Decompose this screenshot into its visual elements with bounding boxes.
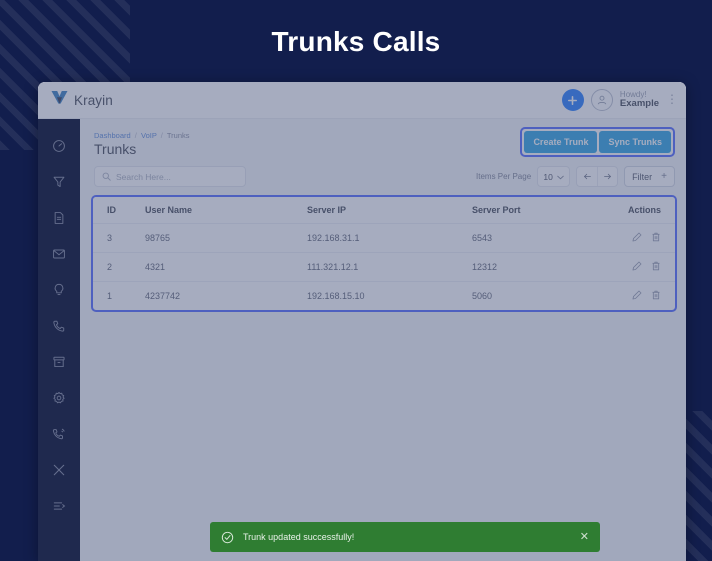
funnel-filter-icon (52, 175, 66, 189)
cell-actions (592, 223, 675, 253)
action-buttons-group: Create Trunk Sync Trunks (520, 127, 675, 157)
search-icon (102, 168, 111, 186)
trash-delete-icon[interactable] (651, 290, 661, 300)
table-header-row: ID User Name Server IP Server Port Actio… (93, 197, 675, 224)
items-per-page-label: Items Per Page (476, 172, 532, 181)
create-trunk-button[interactable]: Create Trunk (524, 131, 598, 153)
cell-server-port: 5060 (472, 291, 493, 301)
toast-message: Trunk updated successfully! (243, 532, 355, 542)
tools-wrench-icon (52, 463, 66, 477)
column-header-server-ip[interactable]: Server IP (307, 197, 472, 224)
filter-button[interactable]: Filter + (624, 166, 675, 187)
plus-icon[interactable] (561, 89, 584, 111)
cell-server-ip: 192.168.31.1 (307, 223, 472, 253)
column-header-id[interactable]: ID (93, 197, 145, 224)
gear-settings-icon (52, 391, 66, 405)
table-row[interactable]: 1 4237742 192.168.15.10 5060 (93, 282, 675, 311)
sidebar-item-mail[interactable] (38, 239, 80, 269)
sidebar-item-quotes[interactable] (38, 203, 80, 233)
cell-server-port: 12312 (472, 252, 592, 282)
cell-server-port: 6543 (472, 223, 592, 253)
column-header-actions: Actions (592, 197, 675, 224)
table-toolbar: Items Per Page 10 Filter + (476, 166, 675, 187)
sidebar-item-leads[interactable] (38, 167, 80, 197)
sidebar-item-voip[interactable] (38, 419, 80, 449)
mail-envelope-icon (52, 247, 66, 261)
sidebar (38, 119, 80, 561)
trunks-table: ID User Name Server IP Server Port Actio… (91, 195, 677, 312)
search-input[interactable]: Search Here... (94, 166, 246, 187)
table-row[interactable]: 3 98765 192.168.31.1 6543 (93, 223, 675, 253)
arrow-right-icon[interactable] (597, 167, 617, 186)
page-banner-title: Trunks Calls (271, 26, 441, 57)
page-title: Trunks (94, 141, 137, 157)
sidebar-item-dashboard[interactable] (38, 131, 80, 161)
breadcrumb-item-0[interactable]: Dashboard (94, 131, 131, 140)
cell-user-name: 4237742 (145, 291, 181, 301)
cell-user-name: 98765 (145, 223, 307, 253)
trash-delete-icon[interactable] (651, 232, 661, 242)
sync-trunks-button[interactable]: Sync Trunks (599, 131, 671, 153)
breadcrumb-item-2: Trunks (166, 131, 190, 140)
breadcrumb-separator: / (160, 131, 163, 140)
phone-handset-icon (52, 319, 66, 333)
user-avatar-icon[interactable] (590, 89, 613, 111)
cell-id: 3 (93, 223, 145, 253)
success-toast: Trunk updated successfully! ✕ (210, 522, 600, 552)
screenshot-stage: Trunks Calls Krayin Howdy! Example ⋮ Das… (0, 0, 712, 561)
topbar-right-group: Howdy! Example ⋮ (561, 89, 678, 111)
column-header-server-port[interactable]: Server Port (472, 197, 592, 224)
app-window: Krayin Howdy! Example ⋮ Dashboard / VoIP… (38, 82, 686, 561)
items-per-page-value: 10 (543, 171, 553, 182)
sidebar-item-collapse[interactable] (38, 491, 80, 521)
cell-id: 2 (93, 252, 145, 282)
breadcrumb-separator: / (134, 131, 137, 140)
archive-box-icon (52, 355, 66, 369)
close-x-icon[interactable]: ✕ (580, 531, 589, 543)
column-header-user-name[interactable]: User Name (145, 197, 307, 224)
sidebar-item-contacts[interactable] (38, 311, 80, 341)
trash-delete-icon[interactable] (651, 261, 661, 271)
main-content: Dashboard / VoIP / Trunks Trunks Search … (80, 119, 686, 561)
breadcrumb: Dashboard / VoIP / Trunks (94, 131, 190, 140)
check-circle-icon (221, 531, 234, 544)
table-body: 3 98765 192.168.31.1 6543 2 4321 111.321… (93, 223, 675, 311)
sidebar-item-configuration[interactable] (38, 455, 80, 485)
arrow-left-icon[interactable] (577, 167, 597, 186)
brand[interactable]: Krayin (51, 90, 113, 110)
lightbulb-icon (52, 283, 66, 297)
document-icon (52, 211, 66, 225)
pagination-controls (576, 166, 619, 187)
chevron-down-icon (557, 172, 564, 182)
kebab-menu-icon[interactable]: ⋮ (666, 93, 678, 106)
user-greeting[interactable]: Howdy! Example (620, 90, 659, 110)
dashboard-gauge-icon (52, 139, 66, 153)
krayin-logo-icon (51, 90, 68, 110)
sidebar-item-settings[interactable] (38, 383, 80, 413)
app-topbar: Krayin Howdy! Example ⋮ (38, 82, 686, 119)
cell-server-ip: 192.168.15.10 (307, 291, 365, 301)
pencil-edit-icon[interactable] (632, 261, 642, 271)
user-name-text: Example (619, 98, 659, 110)
list-arrow-icon (52, 499, 66, 513)
cell-actions (592, 252, 675, 282)
items-per-page-select[interactable]: 10 (537, 166, 571, 187)
cell-server-ip: 111.321.12.1 (307, 252, 472, 282)
cell-id: 1 (107, 291, 113, 301)
cell-actions (592, 282, 675, 311)
table-row[interactable]: 2 4321 111.321.12.1 12312 (93, 252, 675, 282)
pencil-edit-icon[interactable] (632, 232, 642, 242)
breadcrumb-item-1[interactable]: VoIP (141, 131, 157, 140)
sidebar-item-activities[interactable] (38, 275, 80, 305)
cell-user-name: 4321 (145, 252, 307, 282)
phone-ring-icon (52, 427, 66, 441)
brand-name: Krayin (74, 92, 113, 108)
filter-label: Filter (632, 171, 653, 182)
filter-plus-icon: + (661, 171, 667, 182)
search-placeholder: Search Here... (116, 171, 171, 182)
pencil-edit-icon[interactable] (632, 290, 642, 300)
sidebar-item-products[interactable] (38, 347, 80, 377)
